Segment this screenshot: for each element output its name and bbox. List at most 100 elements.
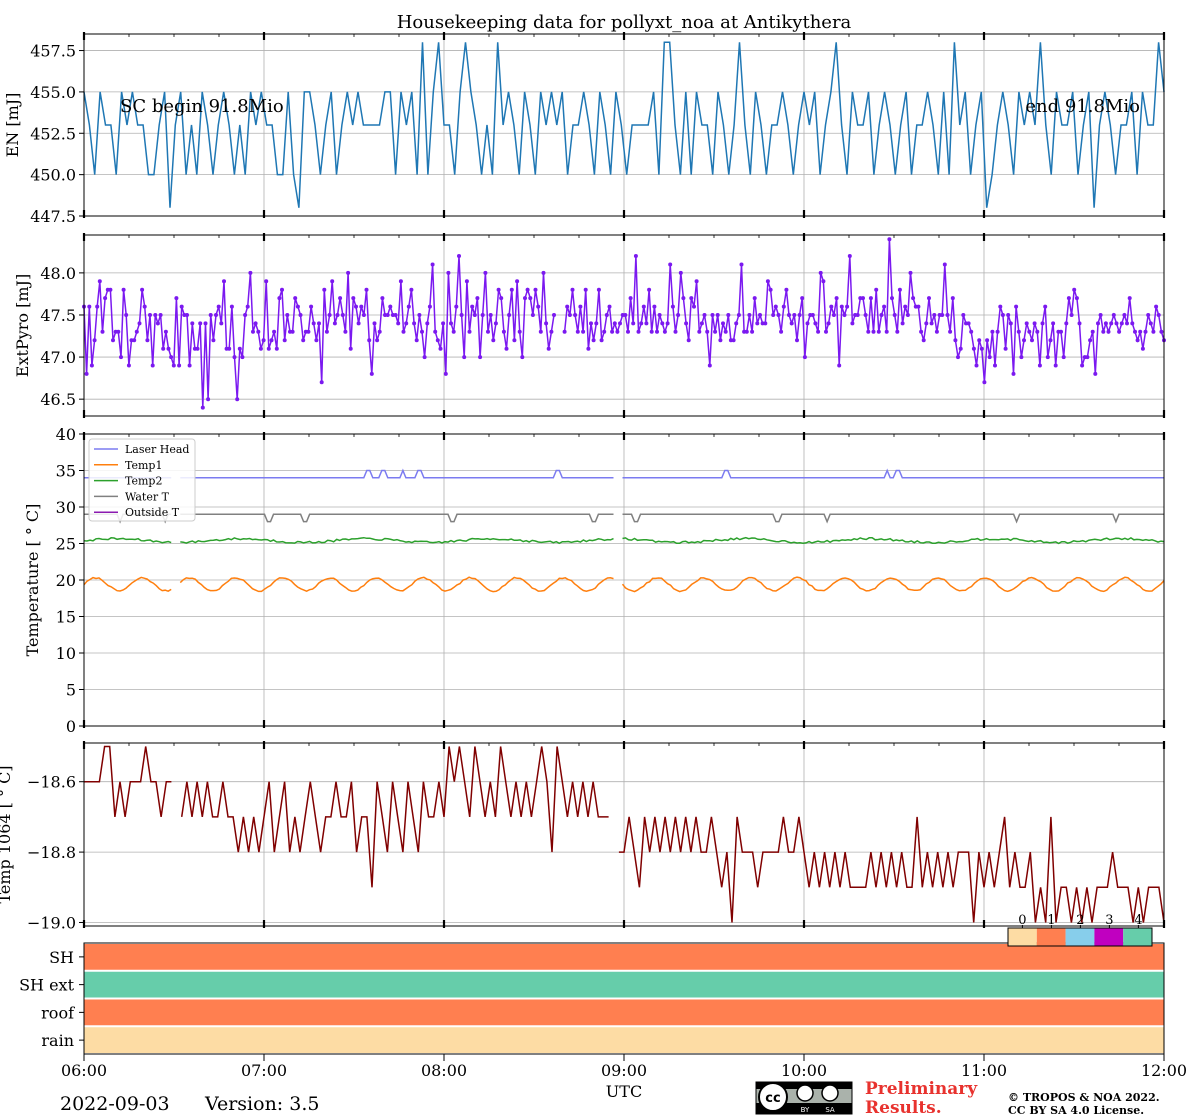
data-point-marker <box>594 321 599 326</box>
data-point-marker <box>324 329 329 334</box>
data-point-marker <box>261 338 266 343</box>
data-point-marker <box>903 304 908 309</box>
data-point-marker <box>950 296 955 301</box>
data-point-marker <box>831 313 836 317</box>
data-point-marker <box>678 270 683 275</box>
data-point-marker <box>1032 321 1037 326</box>
data-point-marker <box>1051 321 1056 326</box>
extpyro-series-line <box>83 255 555 408</box>
panel-temp1064: −18.6 −18.8 −19.0 Temp 1064 [ ° C] <box>0 741 1166 932</box>
data-point-marker <box>705 329 710 334</box>
series-water-t <box>622 513 1164 524</box>
data-point-marker <box>132 338 137 343</box>
data-point-marker <box>1045 355 1050 360</box>
data-point-marker <box>974 363 979 368</box>
data-point-marker <box>916 304 921 309</box>
data-point-marker <box>1080 363 1085 368</box>
colorbar-tick-label: 2 <box>1076 913 1084 928</box>
y-tick-label: 25 <box>56 535 76 554</box>
panel-en: SC begin 91.8Mio end 91.8Mio 447.5 450.0 452… <box>3 32 1166 226</box>
data-point-marker <box>177 363 182 368</box>
data-point-marker <box>195 346 200 351</box>
data-point-marker <box>575 329 580 334</box>
y-tick-label: −19.0 <box>27 913 76 932</box>
data-point-marker <box>985 338 990 343</box>
data-point-marker <box>1059 329 1063 334</box>
data-point-marker <box>227 346 232 351</box>
data-point-marker <box>121 287 126 292</box>
data-point-marker <box>882 304 887 309</box>
data-point-marker <box>206 397 211 402</box>
data-point-marker <box>486 329 490 334</box>
data-point-marker <box>343 329 348 334</box>
data-point-marker <box>795 338 799 343</box>
data-point-marker <box>478 355 483 360</box>
data-point-marker <box>475 296 480 301</box>
data-point-marker <box>942 262 947 267</box>
data-point-marker <box>119 355 123 360</box>
data-point-marker <box>1027 329 1032 334</box>
data-point-marker <box>562 329 567 334</box>
data-point-marker <box>372 321 377 326</box>
data-point-marker <box>763 321 768 326</box>
data-point-marker <box>948 329 953 334</box>
data-point-marker <box>821 279 826 284</box>
data-point-marker <box>633 254 638 258</box>
svg-text:cc: cc <box>765 1091 780 1106</box>
data-point-marker <box>1072 287 1077 292</box>
y-tick-label: 47.0 <box>40 348 76 367</box>
data-point-marker <box>829 304 834 309</box>
x-tick-label: 10:00 <box>781 1061 827 1080</box>
data-point-marker <box>689 296 694 301</box>
data-point-marker <box>359 304 364 309</box>
data-point-marker <box>420 329 424 334</box>
data-point-marker <box>240 355 245 360</box>
data-point-marker <box>504 346 509 351</box>
y-tick-label: 48.0 <box>40 264 76 283</box>
data-point-marker <box>435 338 440 343</box>
data-point-marker <box>1074 296 1079 301</box>
status-row-sh <box>84 944 1164 970</box>
colorbar-tick-label: 4 <box>1134 913 1142 928</box>
x-axis: 06:00 07:00 08:00 09:00 10:00 11:00 12:00 <box>61 1061 1187 1080</box>
data-point-marker <box>509 287 514 292</box>
data-point-marker <box>626 329 630 334</box>
data-point-marker <box>911 296 916 301</box>
y-tick-label: 15 <box>56 608 76 627</box>
data-point-marker <box>361 313 366 317</box>
data-point-marker <box>1069 313 1074 317</box>
data-point-marker <box>895 329 900 334</box>
data-point-marker <box>533 287 538 292</box>
data-point-marker <box>961 313 966 317</box>
data-point-marker <box>269 338 274 343</box>
data-point-marker <box>332 321 337 326</box>
data-point-marker <box>816 329 821 334</box>
data-point-marker <box>190 321 195 326</box>
data-point-marker <box>744 329 749 334</box>
data-point-marker <box>977 338 982 343</box>
data-point-marker <box>602 329 607 334</box>
data-point-marker <box>731 338 736 343</box>
data-point-marker <box>1024 321 1029 326</box>
data-point-marker <box>734 321 739 326</box>
data-point-marker <box>187 363 192 368</box>
y-tick-label: 40 <box>56 425 76 444</box>
data-point-marker <box>354 304 358 309</box>
x-tick-label: 08:00 <box>421 1061 467 1080</box>
data-point-marker <box>327 313 332 317</box>
data-point-marker <box>142 304 147 309</box>
data-point-marker <box>721 321 725 326</box>
data-point-marker <box>92 338 97 343</box>
y-tick-label: 30 <box>56 498 76 517</box>
data-point-marker <box>404 321 409 326</box>
data-point-marker <box>905 313 910 317</box>
data-point-marker <box>953 338 958 343</box>
y-tick-label: 452.5 <box>30 124 76 143</box>
temp1064-series-line <box>618 816 1165 923</box>
data-point-marker <box>863 313 868 317</box>
data-point-marker <box>1119 321 1124 326</box>
data-point-marker <box>340 313 345 317</box>
data-point-marker <box>1135 338 1140 343</box>
panel-status: SH SH ext roof rain 0 1 2 3 4 <box>19 913 1165 1061</box>
data-point-marker <box>1117 329 1122 334</box>
